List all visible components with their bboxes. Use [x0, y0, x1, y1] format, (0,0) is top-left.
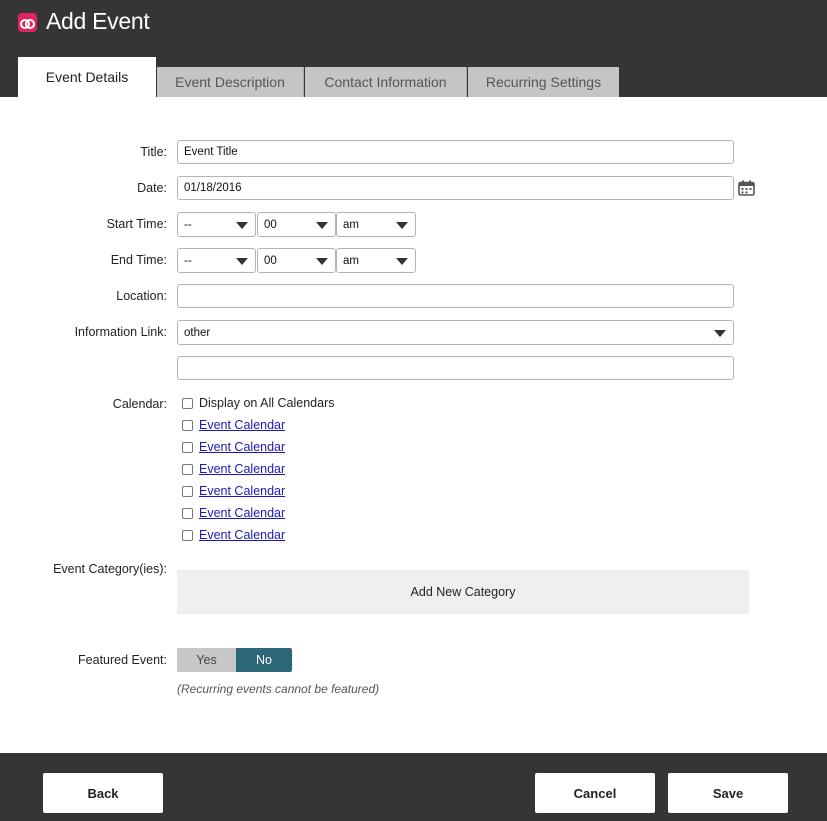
calendar-option: Event Calendar	[182, 527, 285, 543]
location-label: Location:	[116, 289, 167, 303]
calendar-checkbox[interactable]	[182, 529, 193, 541]
cancel-button[interactable]: Cancel	[535, 773, 655, 813]
calendar-all-label: Display on All Calendars	[199, 396, 335, 410]
start-hour-value: --	[184, 218, 192, 231]
end-hour-select[interactable]: --	[177, 248, 256, 273]
chevron-down-icon	[316, 258, 328, 265]
calendar-checkbox[interactable]	[182, 507, 193, 519]
save-button[interactable]: Save	[668, 773, 788, 813]
calendar-link[interactable]: Event Calendar	[199, 528, 285, 542]
calendar-label: Calendar:	[112, 397, 167, 411]
date-input[interactable]	[177, 176, 734, 200]
featured-no-button[interactable]: No	[236, 648, 292, 672]
chevron-down-icon	[316, 222, 328, 229]
start-minute-select[interactable]: 00	[257, 212, 336, 237]
end-meridiem-select[interactable]: am	[336, 248, 416, 273]
add-category-button[interactable]: Add New Category	[177, 570, 749, 614]
featured-label: Featured Event:	[78, 653, 167, 667]
app-header: Add Event Event Details Event Descriptio…	[0, 0, 827, 97]
info-link-select[interactable]: other	[177, 320, 734, 345]
calendar-checkbox[interactable]	[182, 485, 193, 497]
calendar-option: Event Calendar	[182, 505, 285, 521]
calendar-link[interactable]: Event Calendar	[199, 506, 285, 520]
start-minute-value: 00	[264, 218, 277, 231]
location-input[interactable]	[177, 284, 734, 308]
category-label: Event Category(ies):	[53, 562, 167, 576]
end-meridiem-value: am	[343, 254, 359, 267]
start-meridiem-select[interactable]: am	[336, 212, 416, 237]
page-title: Add Event	[46, 8, 150, 34]
tab-event-details[interactable]: Event Details	[18, 57, 156, 97]
start-hour-select[interactable]: --	[177, 212, 256, 237]
calendar-option: Event Calendar	[182, 483, 285, 499]
info-link-value: other	[184, 326, 211, 339]
chevron-down-icon	[236, 258, 248, 265]
chevron-down-icon	[396, 222, 408, 229]
end-minute-select[interactable]: 00	[257, 248, 336, 273]
featured-yes-button[interactable]: Yes	[177, 648, 236, 672]
calendar-all-option: Display on All Calendars	[182, 395, 335, 411]
calendar-option: Event Calendar	[182, 417, 285, 433]
calendar-icon[interactable]	[738, 180, 755, 196]
date-label: Date:	[137, 181, 167, 195]
calendar-checkbox[interactable]	[182, 441, 193, 453]
calendar-link[interactable]: Event Calendar	[199, 418, 285, 432]
calendar-link[interactable]: Event Calendar	[199, 440, 285, 454]
title-label: Title:	[140, 145, 167, 159]
tab-contact-information[interactable]: Contact Information	[305, 67, 467, 97]
app-logo-icon	[18, 13, 37, 32]
title-input[interactable]	[177, 140, 734, 164]
calendar-option: Event Calendar	[182, 439, 285, 455]
end-hour-value: --	[184, 254, 192, 267]
calendar-link[interactable]: Event Calendar	[199, 462, 285, 476]
back-button[interactable]: Back	[43, 773, 163, 813]
calendar-checkbox[interactable]	[182, 463, 193, 475]
featured-note: (Recurring events cannot be featured)	[177, 682, 380, 696]
start-meridiem-value: am	[343, 218, 359, 231]
calendar-link[interactable]: Event Calendar	[199, 484, 285, 498]
end-time-label: End Time:	[110, 253, 167, 267]
info-link-url-input[interactable]	[177, 356, 734, 380]
chevron-down-icon	[236, 222, 248, 229]
calendar-option: Event Calendar	[182, 461, 285, 477]
chevron-down-icon	[396, 258, 408, 265]
end-minute-value: 00	[264, 254, 277, 267]
start-time-label: Start Time:	[106, 217, 167, 231]
tab-recurring-settings[interactable]: Recurring Settings	[468, 67, 619, 97]
info-link-label: Information Link:	[74, 325, 167, 339]
calendar-checkbox[interactable]	[182, 419, 193, 431]
chevron-down-icon	[714, 330, 726, 337]
calendar-all-checkbox[interactable]	[182, 397, 193, 409]
tab-event-description[interactable]: Event Description	[157, 67, 304, 97]
